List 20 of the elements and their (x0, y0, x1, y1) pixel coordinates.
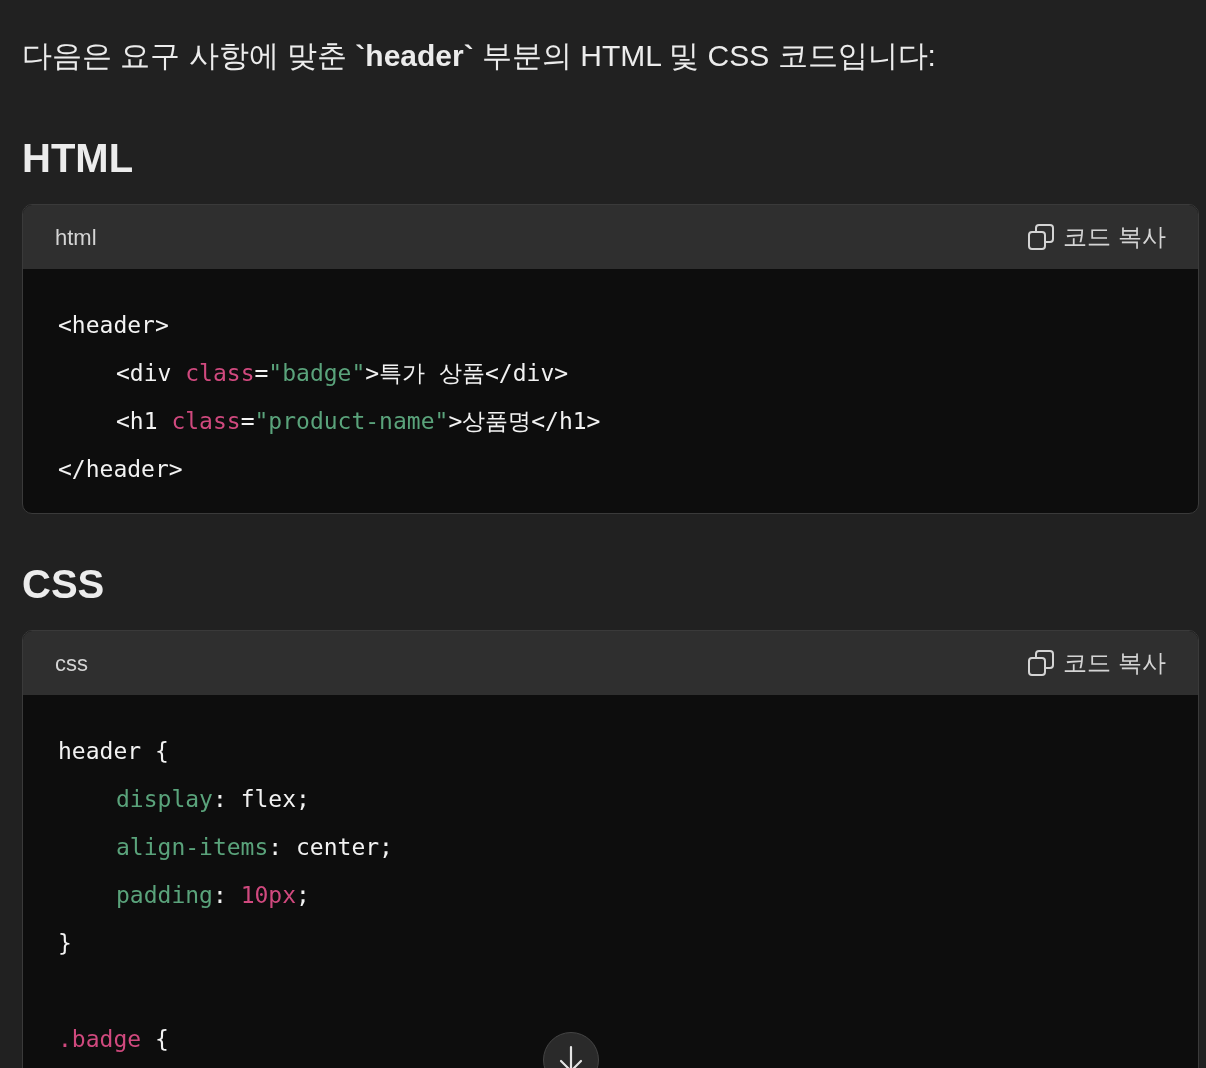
code-line: padding: 10px; (116, 881, 310, 910)
intro-text: 다음은 요구 사항에 맞춘 `header` 부분의 HTML 및 CSS 코드입니다: (22, 38, 937, 74)
code-line: <header> (58, 311, 169, 340)
section-heading: HTML (22, 135, 134, 182)
copy-icon (1027, 223, 1056, 251)
section-heading: CSS (22, 561, 105, 608)
code-language-label: css (55, 649, 88, 678)
code-line: header { (58, 737, 169, 766)
copy-code-button[interactable]: 코드 복사 (1027, 645, 1166, 681)
code-line: <h1 class="product-name">상품명</h1> (116, 407, 601, 436)
code-line: <div class="badge">특가 상품</div> (116, 359, 569, 388)
arrow-down-icon (557, 1045, 585, 1068)
copy-code-button[interactable]: 코드 복사 (1027, 219, 1166, 255)
code-language-label: html (55, 223, 97, 252)
code-line: display: flex; (116, 785, 310, 814)
code-line: </header> (58, 455, 183, 484)
code-line: align-items: center; (116, 833, 393, 862)
copy-icon (1027, 649, 1056, 677)
code-line: } (58, 929, 72, 958)
code-line: .badge { (58, 1025, 169, 1054)
